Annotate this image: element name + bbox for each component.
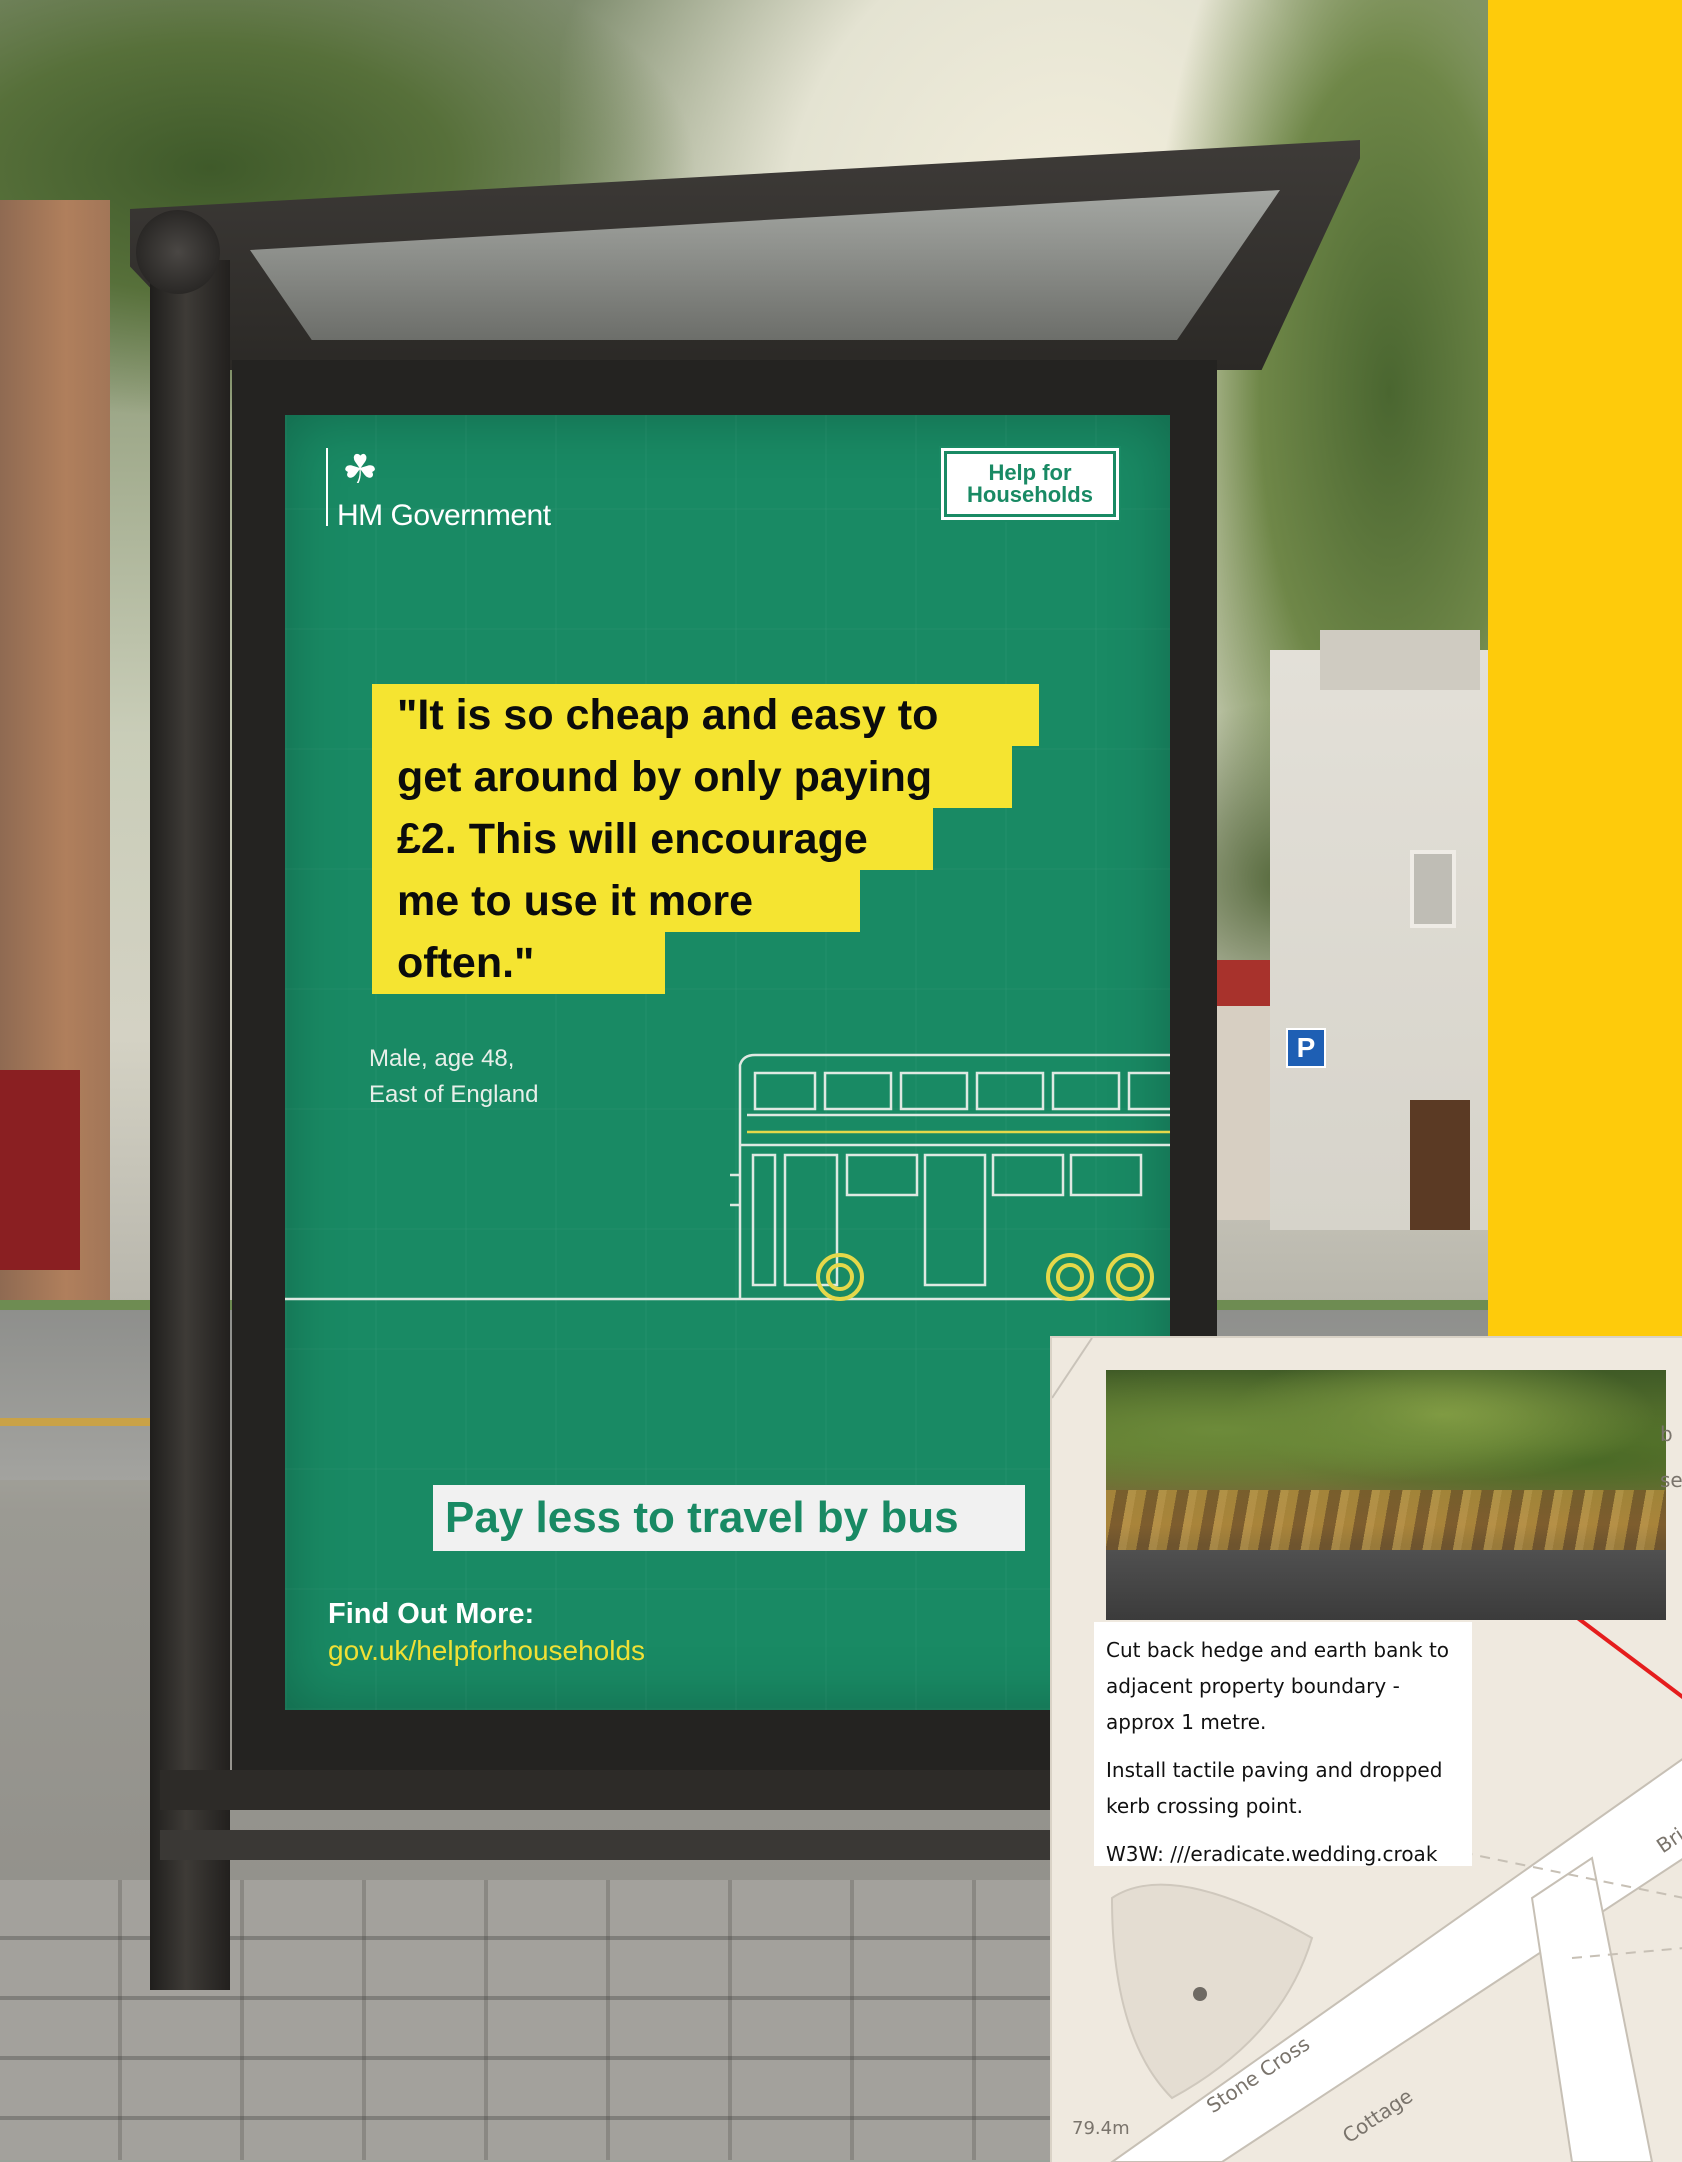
royal-crest-icon: ☘ [342,448,378,492]
edge-label: se [1660,1468,1682,1492]
shelter-roof-cap [136,210,220,294]
note-hedge: Cut back hedge and earth bank to adjacen… [1106,1638,1450,1734]
shop-awning [1210,960,1270,1006]
help-for-households-badge: Help for Households [939,446,1121,522]
poster: ☘ HM Government Help for Households "It … [285,415,1170,1710]
red-gate [0,1070,80,1270]
building-door [1410,1100,1470,1230]
quote-line: "It is so cheap and easy to [397,691,939,739]
building-window [1410,850,1456,928]
find-out-more-url: gov.uk/helpforhouseholds [328,1635,646,1666]
quote-line: often." [397,939,535,987]
gov-logo-bar [326,448,328,526]
badge-line-1: Help for [988,460,1072,485]
shelter-post [150,260,230,1990]
quote-line: £2. This will encourage [397,815,868,863]
note-w3w: W3W: ///eradicate.wedding.croak [1106,1842,1438,1866]
elevation-label: 79.4m [1072,2118,1130,2139]
bus-line-drawing [285,1053,1170,1301]
map-inset: Cut back hedge and earth bank to adjacen… [1050,1336,1682,2162]
yellow-side-panel [1488,0,1682,1340]
parking-sign: P [1286,1028,1326,1068]
find-out-more-label: Find Out More: [328,1598,535,1630]
building-roof [1320,630,1480,690]
work-note: Cut back hedge and earth bank to adjacen… [1094,1622,1472,1866]
edge-label: b [1660,1422,1673,1446]
note-paving: Install tactile paving and dropped kerb … [1106,1758,1443,1818]
cta-headline: Pay less to travel by bus [445,1493,959,1542]
tarmac [1106,1550,1666,1620]
badge-line-2: Households [967,482,1093,507]
badge-inner: Help for Households [947,454,1113,514]
quote-line: me to use it more [397,877,754,925]
fallen-leaves [1106,1490,1666,1550]
gov-logo-text: HM Government [337,499,551,532]
site-photo [1106,1370,1666,1620]
quote-line: get around by only paying [397,753,933,801]
